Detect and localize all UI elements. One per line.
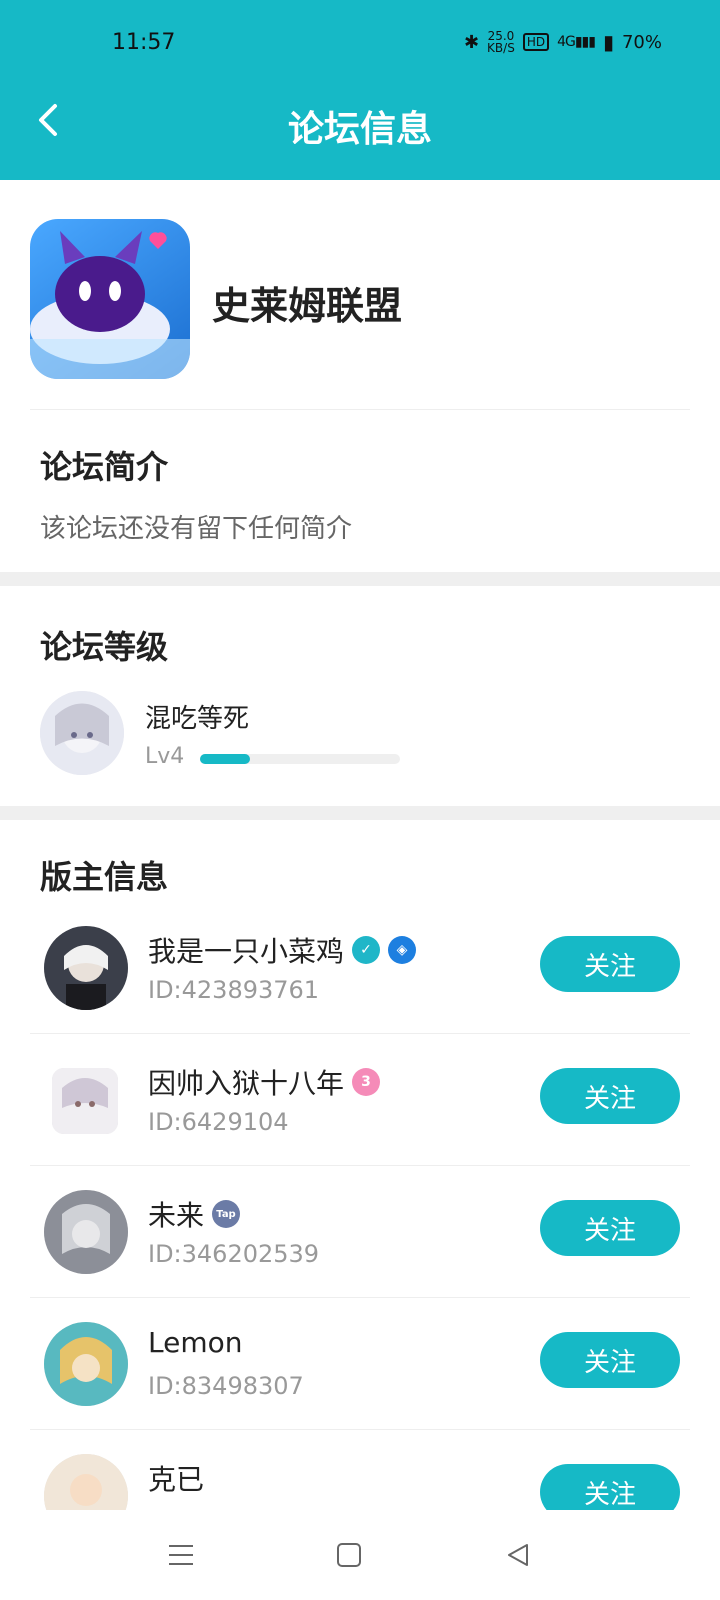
forum-app-icon xyxy=(30,219,190,379)
intro-heading: 论坛简介 xyxy=(40,448,169,486)
moderators-heading: 版主信息 xyxy=(40,858,169,896)
home-icon[interactable] xyxy=(324,1530,374,1580)
network-speed: 25.0 KB/S xyxy=(487,30,515,54)
level-progress-fill xyxy=(200,754,250,764)
avatar[interactable] xyxy=(52,1068,118,1134)
forum-name: 史莱姆联盟 xyxy=(212,284,403,328)
moderator-name: 我是一只小菜鸡 ✓ ◈ xyxy=(148,930,417,970)
moderator-name: 克已 xyxy=(148,1458,204,1498)
back-triangle-icon[interactable] xyxy=(492,1530,542,1580)
speed-unit: KB/S xyxy=(487,41,515,55)
avatar[interactable] xyxy=(44,926,128,1010)
section-divider xyxy=(0,572,720,586)
follow-button[interactable]: 关注 xyxy=(540,936,680,992)
moderator-name: 未来 Tap xyxy=(148,1194,241,1234)
moderator-name-text: Lemon xyxy=(148,1326,243,1359)
moderator-name: Lemon xyxy=(148,1326,243,1359)
signal-icon: 4G▮▮▮ xyxy=(557,34,596,50)
forum-level-section: 论坛等级 混吃等死 Lv4 xyxy=(0,586,720,806)
section-divider xyxy=(0,806,720,820)
rank-badge-icon: 3 xyxy=(352,1068,381,1096)
moderator-name: 因帅入狱十八年 3 xyxy=(148,1062,381,1102)
hd-icon: HD xyxy=(522,33,550,51)
status-icons: ✱ 25.0 KB/S HD 4G▮▮▮ ▮ 70% xyxy=(464,30,662,54)
battery-level: 70% xyxy=(621,31,662,53)
follow-button[interactable]: 关注 xyxy=(540,1068,680,1124)
moderator-name-text: 我是一只小菜鸡 xyxy=(148,935,345,968)
moderator-id: ID:423893761 xyxy=(148,976,320,1004)
list-item[interactable]: 未来 Tap ID:346202539 关注 xyxy=(30,1164,690,1298)
forum-summary: 史莱姆联盟 xyxy=(30,219,690,410)
level-title: 混吃等死 xyxy=(145,704,250,734)
avatar[interactable] xyxy=(40,691,124,775)
avatar[interactable] xyxy=(44,1454,128,1510)
system-nav-bar xyxy=(0,1510,720,1600)
list-item[interactable]: 因帅入狱十八年 3 ID:6429104 关注 xyxy=(30,1032,690,1166)
level-progress-bar xyxy=(200,754,400,764)
level-heading: 论坛等级 xyxy=(40,628,169,666)
moderator-name-text: 未来 xyxy=(148,1199,205,1232)
intro-text: 该论坛还没有留下任何简介 xyxy=(40,514,353,544)
moderator-name-text: 因帅入狱十八年 xyxy=(148,1067,345,1100)
follow-button[interactable]: 关注 xyxy=(540,1464,680,1510)
forum-intro-section: 论坛简介 该论坛还没有留下任何简介 xyxy=(0,410,720,572)
top-bar: 11:57 ✱ 25.0 KB/S HD 4G▮▮▮ ▮ 70% 论坛信息 xyxy=(0,0,720,180)
follow-button[interactable]: 关注 xyxy=(540,1332,680,1388)
moderator-name-text: 克已 xyxy=(148,1463,205,1496)
network-type: 4G xyxy=(557,34,576,50)
verified-icon: ✓ xyxy=(352,936,381,964)
moderator-id: ID:6429104 xyxy=(148,1108,289,1136)
bluetooth-icon: ✱ xyxy=(463,31,480,53)
moderator-id: ID:346202539 xyxy=(148,1240,320,1268)
battery-icon: ▮ xyxy=(602,30,614,54)
follow-button[interactable]: 关注 xyxy=(540,1200,680,1256)
level-label: Lv4 xyxy=(145,744,185,769)
menu-icon[interactable] xyxy=(156,1530,206,1580)
moderators-section: 版主信息 我是一只小菜鸡 ✓ ◈ ID:423893761 关注 因帅入狱十八年… xyxy=(0,820,720,1510)
avatar[interactable] xyxy=(44,1190,128,1274)
page-title: 论坛信息 xyxy=(287,109,432,150)
list-item[interactable]: 我是一只小菜鸡 ✓ ◈ ID:423893761 关注 xyxy=(30,900,690,1034)
status-time: 11:57 xyxy=(112,30,176,55)
moderator-id: ID:83498307 xyxy=(148,1372,304,1400)
list-item[interactable]: Lemon ID:83498307 关注 xyxy=(30,1296,690,1430)
list-item[interactable]: 克已 关注 xyxy=(30,1428,690,1510)
game-controller-icon: ◈ xyxy=(388,936,417,964)
tap-badge-icon: Tap xyxy=(212,1200,241,1228)
avatar[interactable] xyxy=(44,1322,128,1406)
